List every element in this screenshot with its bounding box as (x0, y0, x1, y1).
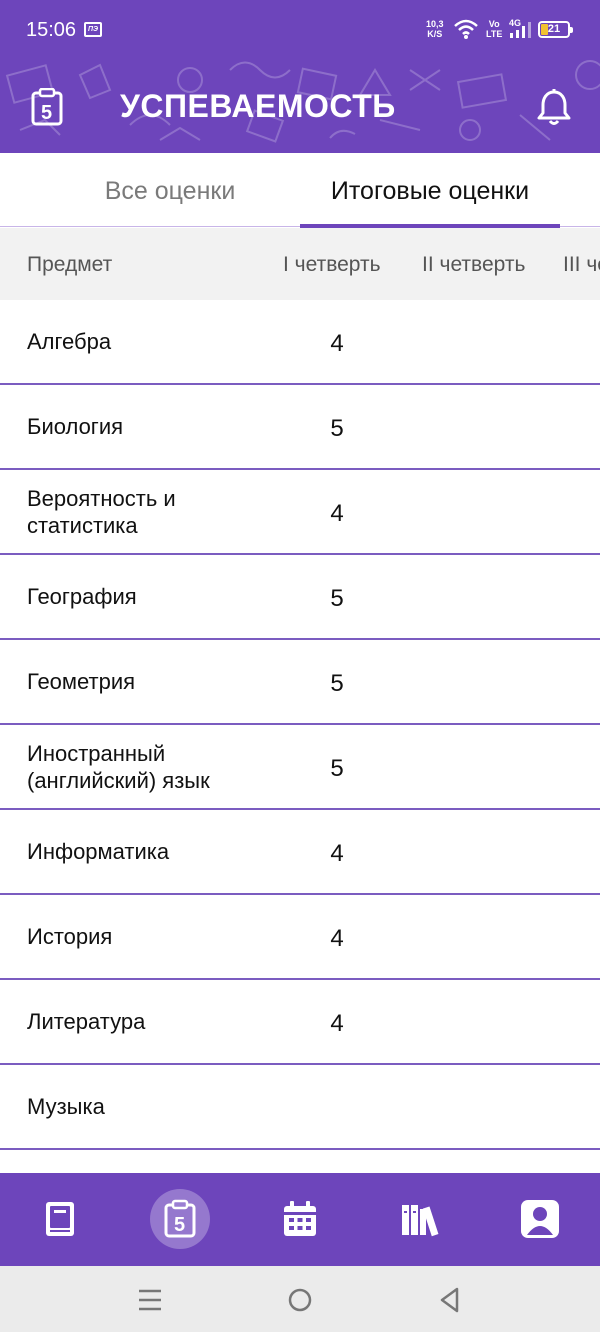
grade-q1: 4 (330, 500, 344, 527)
network-speed: 10,3 K/S (426, 19, 444, 39)
grade-q1: 5 (330, 755, 344, 782)
menu-icon[interactable] (132, 1282, 168, 1318)
table-header: Предмет I четверть II четверть III че (0, 228, 600, 300)
back-icon[interactable] (432, 1282, 468, 1318)
table-row[interactable]: Алгебра 4 (0, 300, 600, 385)
subject-name: Вероятность и статистика (27, 485, 176, 538)
table-row[interactable]: Геометрия 5 (0, 640, 600, 725)
subject-name: Музыка (27, 1094, 105, 1119)
grade-q1: 5 (330, 585, 344, 612)
column-header-q3: III че (563, 253, 600, 276)
grade-q1: 4 (330, 840, 344, 867)
subject-name: Информатика (27, 839, 170, 864)
table-row[interactable]: Литература 4 (0, 980, 600, 1065)
subject-name: Алгебра (27, 329, 112, 354)
bell-icon[interactable] (536, 88, 572, 126)
svg-text:5: 5 (41, 102, 52, 124)
status-time: 15:06 (26, 19, 77, 41)
grade-q1: 4 (330, 330, 344, 357)
grade-q1: 5 (330, 415, 344, 442)
nav-library[interactable] (390, 1189, 450, 1249)
grade-q1: 4 (330, 1010, 344, 1037)
nav-profile[interactable] (510, 1189, 570, 1249)
app-header: 15:06 ПЭ 10,3 K/S Vo LTE 4G 21 5 УСПЕВАЕ… (0, 0, 600, 153)
calendar-icon (284, 1201, 316, 1236)
column-header-q1: I четверть (283, 253, 381, 276)
tab-final-grades[interactable]: Итоговые оценки (300, 153, 560, 227)
tab-all-grades[interactable]: Все оценки (40, 153, 300, 227)
column-header-subject: Предмет (27, 253, 113, 276)
svg-text:5: 5 (174, 1214, 185, 1236)
status-bar: 15:06 ПЭ 10,3 K/S Vo LTE 4G 21 (0, 0, 600, 60)
grade-q1: 4 (330, 925, 344, 952)
system-navigation-bar (0, 1266, 600, 1332)
library-books-icon (402, 1205, 439, 1237)
subject-name: История (27, 924, 113, 949)
subject-name: Геометрия (27, 669, 136, 694)
home-icon[interactable] (282, 1282, 318, 1318)
bottom-navigation: 5 (0, 1173, 600, 1266)
subject-name: Иностранный (английский) язык (27, 740, 210, 793)
table-row[interactable]: История 4 (0, 895, 600, 980)
table-row[interactable]: Биология 5 (0, 385, 600, 470)
nav-grades[interactable]: 5 (150, 1189, 210, 1249)
subject-name: Биология (27, 414, 124, 439)
svg-text:4G: 4G (509, 18, 521, 28)
subject-name: Литература (27, 1009, 146, 1034)
grades-table: Алгебра 4 Биология 5 Вероятность и стати… (0, 300, 600, 1172)
nav-schedule[interactable] (270, 1189, 330, 1249)
wifi-icon (454, 19, 478, 39)
nav-diary[interactable] (30, 1189, 90, 1249)
battery-icon: 21 (538, 21, 573, 38)
grade-clipboard-icon: 5 (31, 88, 63, 126)
volte-indicator: Vo LTE (486, 19, 503, 39)
grade-q1 (322, 1065, 352, 1148)
subject-name: География (27, 584, 137, 609)
page-title: УСПЕВАЕМОСТЬ (120, 88, 396, 124)
cellular-signal-icon: 4G (509, 18, 531, 38)
table-row[interactable]: Музыка (0, 1065, 600, 1150)
table-row[interactable]: Вероятность и статистика 4 (0, 470, 600, 555)
sim-card-icon: ПЭ (84, 22, 102, 37)
grade-tabs: Все оценки Итоговые оценки (0, 153, 600, 227)
battery-level: 21 (547, 23, 561, 35)
column-header-q2: II четверть (422, 253, 526, 276)
profile-icon (521, 1200, 559, 1238)
table-row[interactable]: Информатика 4 (0, 810, 600, 895)
grade-q1: 5 (330, 670, 344, 697)
table-row[interactable]: Иностранный (английский) язык 5 (0, 725, 600, 810)
grades-clipboard-icon: 5 (164, 1199, 196, 1238)
diary-book-icon (46, 1202, 74, 1236)
table-row[interactable]: География 5 (0, 555, 600, 640)
